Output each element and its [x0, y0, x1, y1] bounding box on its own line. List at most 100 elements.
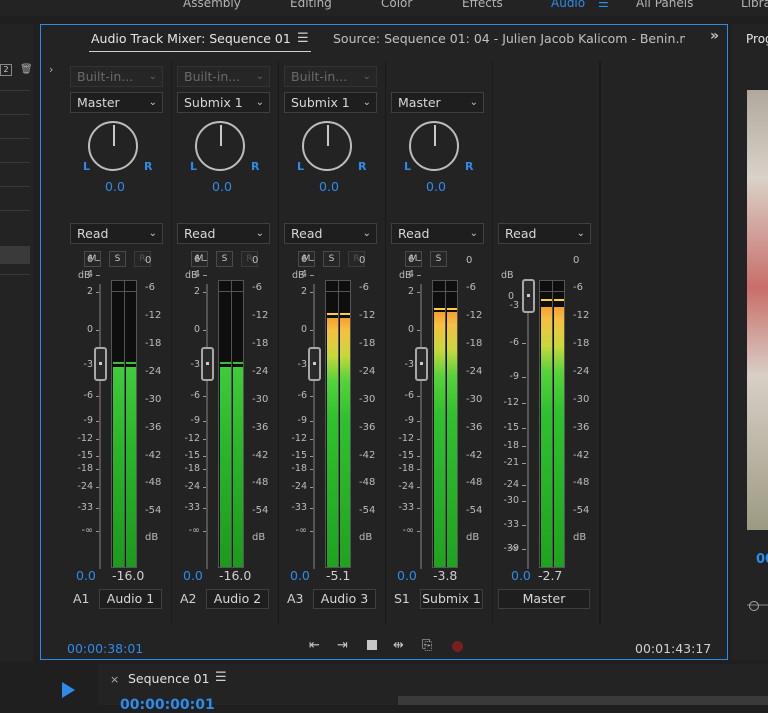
- output-dropdown[interactable]: Master ⌄: [391, 92, 484, 113]
- workspace-menu-icon[interactable]: ☰: [598, 0, 609, 10]
- workspace-color[interactable]: Color: [381, 0, 412, 10]
- pan-knob[interactable]: [302, 121, 352, 171]
- fader-scale-label: -∞: [81, 525, 93, 536]
- pan-value[interactable]: 0.0: [172, 179, 272, 194]
- volume-value[interactable]: 0.0: [511, 568, 531, 583]
- peak-hold-right: [554, 299, 564, 302]
- workspace-assembly[interactable]: Assembly: [183, 0, 241, 10]
- export-icon[interactable]: ⎘: [422, 638, 432, 653]
- more-panels-icon[interactable]: »: [710, 28, 719, 44]
- close-icon[interactable]: ×: [110, 673, 119, 686]
- effect-dropdown[interactable]: Built-in... ⌄: [284, 66, 377, 87]
- fader-scale-label: -21: [503, 457, 519, 468]
- fader-scale-label: -33: [398, 502, 414, 513]
- solo-button[interactable]: S: [323, 251, 340, 267]
- pan-value[interactable]: 0.0: [279, 179, 379, 194]
- effect-dropdown[interactable]: Built-in... ⌄: [70, 66, 163, 87]
- track-name[interactable]: Audio 3: [313, 589, 376, 609]
- track-name[interactable]: Audio 1: [99, 589, 162, 609]
- program-monitor-title[interactable]: Prog: [746, 32, 768, 46]
- pan-knob[interactable]: [409, 121, 459, 171]
- fader-scale-label: 0: [86, 324, 93, 335]
- program-timecode[interactable]: 00: [756, 552, 768, 567]
- effect-dropdown[interactable]: Built-in... ⌄: [177, 66, 270, 87]
- timeline-timecode[interactable]: 00:00:00:01: [120, 697, 215, 713]
- meter-scale-label: 0: [252, 255, 259, 266]
- pan-right-label: R: [358, 160, 367, 173]
- meter-scale-label: dB: [359, 532, 373, 543]
- workspace-editing[interactable]: Editing: [290, 0, 332, 10]
- meter-bar-left: [220, 366, 231, 567]
- audio-track-mixer-panel: Audio Track Mixer: Sequence 01 ☰ Source:…: [40, 24, 728, 660]
- volume-value[interactable]: 0.0: [290, 568, 310, 583]
- fader-scale-label: 4: [407, 269, 414, 280]
- pan-knob[interactable]: [88, 121, 138, 171]
- meter-scale-label: -18: [252, 338, 269, 349]
- panel-menu-icon[interactable]: ☰: [297, 31, 309, 46]
- meter-bar-right: [233, 366, 243, 567]
- volume-fader[interactable]: [94, 347, 107, 381]
- fader-track: [99, 284, 101, 569]
- fader-scale-label: -15: [398, 450, 414, 461]
- playhead-circle-icon[interactable]: [749, 601, 759, 611]
- project-panel-strip: 2 🗑: [0, 24, 33, 705]
- output-dropdown[interactable]: Submix 1 ⌄: [284, 92, 377, 113]
- automation-mode-dropdown[interactable]: Read ⌄: [284, 223, 377, 244]
- volume-value[interactable]: 0.0: [183, 568, 203, 583]
- tab-audio-track-mixer[interactable]: Audio Track Mixer: Sequence 01: [91, 31, 291, 46]
- output-dropdown[interactable]: Submix 1 ⌄: [177, 92, 270, 113]
- expand-effects-icon[interactable]: ›: [49, 63, 53, 76]
- automation-mode-dropdown[interactable]: Read ⌄: [70, 223, 163, 244]
- workspace-all-panels[interactable]: All Panels: [636, 0, 693, 10]
- timeline-menu-icon[interactable]: ☰: [215, 670, 227, 685]
- track-name[interactable]: Master: [498, 589, 590, 609]
- timeline-scrollbar[interactable]: [398, 696, 768, 705]
- workspace-effects[interactable]: Effects: [462, 0, 503, 10]
- automation-mode-dropdown[interactable]: Read ⌄: [391, 223, 484, 244]
- track-name[interactable]: Audio 2: [206, 589, 269, 609]
- volume-value[interactable]: 0.0: [76, 568, 96, 583]
- meter-scale-label: dB: [466, 532, 480, 543]
- peak-hold-left: [113, 361, 124, 364]
- meter-scale-label: -24: [359, 366, 376, 377]
- loop-icon[interactable]: ⇹: [393, 638, 404, 653]
- peak-value: -16.0: [112, 568, 145, 583]
- go-to-out-icon[interactable]: ⇥: [337, 638, 348, 653]
- output-dropdown[interactable]: Master ⌄: [70, 92, 163, 113]
- volume-fader[interactable]: [201, 347, 214, 381]
- pan-left-label: L: [297, 160, 305, 173]
- go-to-in-icon[interactable]: ⇤: [309, 638, 320, 653]
- fader-scale-label: -18: [184, 463, 200, 474]
- automation-mode-dropdown[interactable]: Read ⌄: [177, 223, 270, 244]
- workspace-audio[interactable]: Audio: [551, 0, 585, 10]
- pan-value[interactable]: 0.0: [65, 179, 165, 194]
- meter-scale-label: -12: [252, 310, 269, 321]
- solo-button[interactable]: S: [216, 251, 233, 267]
- workspace-libraries[interactable]: Libra: [741, 0, 768, 10]
- automation-mode-dropdown[interactable]: Read ⌄: [498, 223, 591, 244]
- volume-fader[interactable]: [522, 279, 535, 313]
- current-timecode[interactable]: 00:00:38:01: [67, 641, 143, 656]
- volume-fader[interactable]: [308, 347, 321, 381]
- track-name[interactable]: Submix 1: [420, 589, 483, 609]
- solo-button[interactable]: S: [109, 251, 126, 267]
- peak-hold-left: [327, 313, 338, 316]
- list-view-icon[interactable]: 2: [0, 64, 12, 76]
- pan-left-label: L: [404, 160, 412, 173]
- tab-source[interactable]: Source: Sequence 01: 04 - Julien Jacob K…: [333, 31, 685, 46]
- pan-knob[interactable]: [195, 121, 245, 171]
- play-icon[interactable]: [62, 682, 75, 698]
- record-icon[interactable]: [452, 641, 463, 652]
- peak-hold-left: [220, 361, 231, 364]
- volume-fader[interactable]: [415, 347, 428, 381]
- fader-scale-label: -15: [77, 450, 93, 461]
- trash-icon[interactable]: 🗑: [20, 64, 33, 76]
- volume-value[interactable]: 0.0: [397, 568, 417, 583]
- tab-sequence-01[interactable]: Sequence 01: [128, 671, 210, 686]
- solo-button[interactable]: S: [430, 251, 447, 267]
- project-item-selected[interactable]: [0, 246, 30, 264]
- peak-value: -16.0: [219, 568, 252, 583]
- meter-scale-label: -42: [573, 450, 590, 461]
- pan-value[interactable]: 0.0: [386, 179, 486, 194]
- stop-icon[interactable]: [367, 640, 377, 650]
